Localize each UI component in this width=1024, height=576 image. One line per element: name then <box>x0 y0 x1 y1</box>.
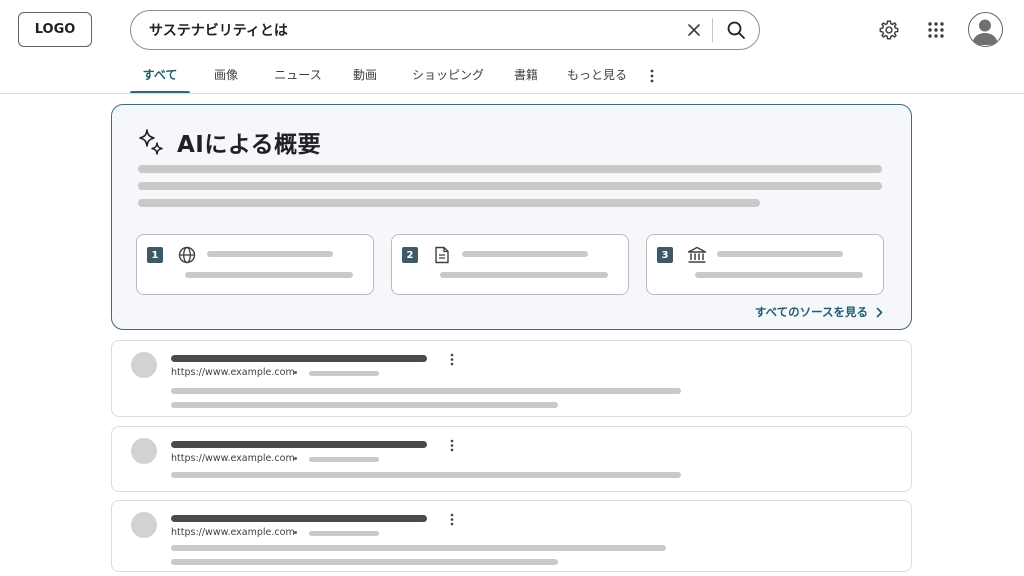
ai-summary-line <box>138 165 882 173</box>
result-url[interactable]: https://www.example.com <box>171 527 295 538</box>
gear-icon <box>879 20 899 40</box>
search-result-3: https://www.example.com <box>111 500 912 572</box>
source-card-2[interactable]: 2 <box>391 234 629 295</box>
tab-books[interactable]: 書籍 <box>500 58 552 94</box>
chevron-right-icon <box>876 307 883 317</box>
ai-summary-line <box>138 199 760 207</box>
result-url[interactable]: https://www.example.com <box>171 367 295 378</box>
account-icon <box>972 19 998 45</box>
source-type <box>686 244 708 266</box>
more-vert-icon <box>450 353 454 365</box>
result-title-link[interactable] <box>171 515 427 522</box>
search-result-2: https://www.example.com <box>111 426 912 492</box>
site-favicon <box>131 512 157 538</box>
result-meta-placeholder <box>309 457 379 462</box>
source-number-badge: 1 <box>147 247 163 263</box>
source-card-1[interactable]: 1 <box>136 234 374 295</box>
result-title-link[interactable] <box>171 355 427 362</box>
site-favicon <box>131 438 157 464</box>
search-tabs: すべて 画像 ニュース 動画 ショッピング 書籍 もっと見る <box>130 58 662 94</box>
close-icon <box>688 24 700 36</box>
source-type <box>431 244 453 266</box>
result-meta-placeholder <box>309 371 379 376</box>
institution-icon <box>687 246 707 263</box>
site-favicon <box>131 352 157 378</box>
result-snippet-line <box>171 388 681 394</box>
result-snippet-line <box>171 472 681 478</box>
result-snippet-line <box>171 402 558 408</box>
result-snippet-line <box>171 559 558 565</box>
source-snippet-placeholder <box>185 272 353 278</box>
source-snippet-placeholder <box>440 272 608 278</box>
tab-all[interactable]: すべて <box>130 58 190 94</box>
result-snippet-line <box>171 545 666 551</box>
result-url[interactable]: https://www.example.com <box>171 453 295 464</box>
header-divider <box>0 93 1024 94</box>
ai-overview-title: AIによる概要 <box>177 132 322 158</box>
search-icon <box>727 21 745 39</box>
source-title-placeholder <box>717 251 843 257</box>
logo[interactable]: LOGO <box>18 12 92 47</box>
sparkle-icon <box>139 129 163 155</box>
source-snippet-placeholder <box>695 272 863 278</box>
source-title-placeholder <box>462 251 588 257</box>
tab-videos[interactable]: 動画 <box>334 58 396 94</box>
ai-summary-line <box>138 182 882 190</box>
more-vert-icon <box>450 439 454 451</box>
url-separator-dot <box>294 531 297 534</box>
search-box[interactable] <box>130 10 760 50</box>
result-options-button[interactable] <box>444 349 460 369</box>
document-icon <box>435 246 449 264</box>
search-input[interactable] <box>149 22 676 38</box>
see-all-sources-label: すべてのソースを見る <box>754 305 868 319</box>
more-vert-icon <box>650 69 654 83</box>
source-number-badge: 2 <box>402 247 418 263</box>
account-avatar[interactable] <box>968 12 1003 47</box>
search-button[interactable] <box>713 12 759 48</box>
url-separator-dot <box>294 371 297 374</box>
apps-grid-icon <box>928 22 944 38</box>
url-separator-dot <box>294 457 297 460</box>
tab-news[interactable]: ニュース <box>262 58 334 94</box>
see-all-sources-link[interactable]: すべてのソースを見る <box>755 304 883 320</box>
tabs-more-button[interactable] <box>642 58 662 94</box>
search-result-1: https://www.example.com <box>111 340 912 417</box>
tab-images[interactable]: 画像 <box>190 58 262 94</box>
more-vert-icon <box>450 513 454 525</box>
tab-shopping[interactable]: ショッピング <box>396 58 500 94</box>
tab-more[interactable]: もっと見る <box>552 58 642 94</box>
ai-overview-header: AIによる概要 <box>137 125 321 159</box>
result-title-link[interactable] <box>171 441 427 448</box>
globe-icon <box>178 246 196 264</box>
clear-search-button[interactable] <box>676 12 712 48</box>
result-options-button[interactable] <box>444 435 460 455</box>
settings-button[interactable] <box>873 14 905 46</box>
source-type <box>176 244 198 266</box>
apps-button[interactable] <box>920 14 952 46</box>
result-options-button[interactable] <box>444 509 460 529</box>
result-meta-placeholder <box>309 531 379 536</box>
source-title-placeholder <box>207 251 333 257</box>
source-card-3[interactable]: 3 <box>646 234 884 295</box>
source-number-badge: 3 <box>657 247 673 263</box>
ai-overview-card: AIによる概要 1 2 3 すべてのソースを見る <box>111 104 912 330</box>
